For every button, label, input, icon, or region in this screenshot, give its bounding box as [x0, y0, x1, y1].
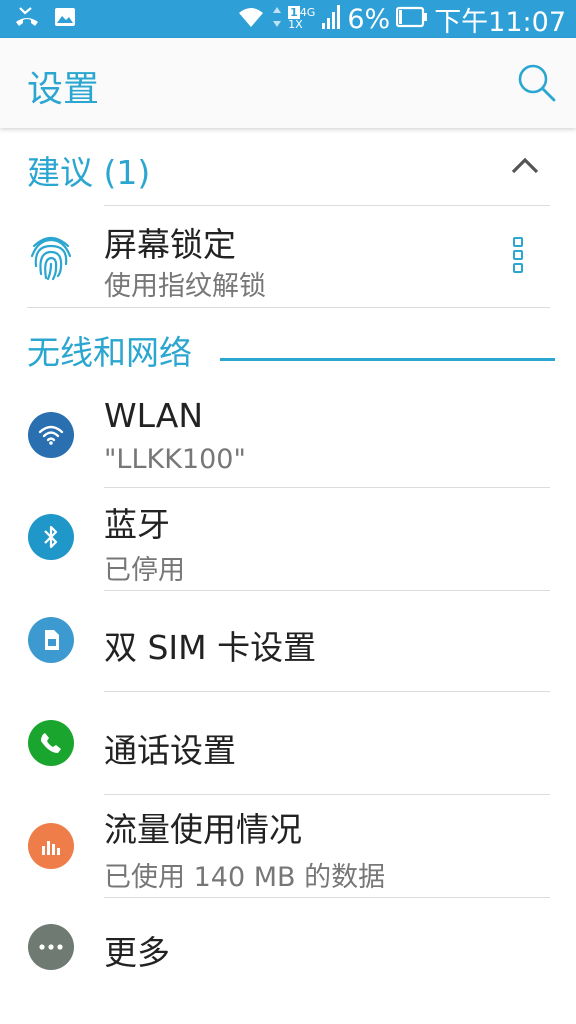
settings-item-dual-sim[interactable]: 双 SIM 卡设置 [0, 591, 576, 691]
app-bar: 设置 [0, 38, 576, 128]
network-type-label: 1 4G 1X [288, 6, 316, 31]
divider [27, 307, 550, 308]
row-title: 蓝牙 [104, 505, 170, 544]
row-title: 屏幕锁定 [104, 225, 236, 264]
page-title: 设置 [27, 69, 100, 110]
settings-item-wlan[interactable]: WLAN "LLKK100" [0, 384, 576, 487]
signal-icon [321, 3, 341, 35]
wifi-icon [236, 5, 266, 33]
row-title: 双 SIM 卡设置 [104, 628, 317, 667]
settings-item-bluetooth[interactable]: 蓝牙 已停用 [0, 488, 576, 590]
settings-item-more[interactable]: 更多 [0, 898, 576, 998]
search-button[interactable] [516, 62, 558, 104]
missed-call-icon [14, 5, 40, 33]
wifi-icon [28, 412, 74, 458]
row-subtitle: "LLKK100" [104, 444, 246, 475]
row-title: 通话设置 [104, 731, 236, 770]
suggestions-header: 建议 (1) [27, 153, 151, 192]
bluetooth-icon [28, 514, 74, 560]
phone-icon [28, 720, 74, 766]
chevron-up-icon [511, 157, 539, 174]
row-subtitle: 使用指纹解锁 [104, 271, 266, 302]
battery-percent: 6% [347, 3, 391, 35]
row-title: 更多 [104, 933, 170, 972]
status-bar: 1 4G 1X 6% 下午11:07 [0, 0, 576, 38]
battery-icon [396, 6, 428, 32]
row-title: WLAN [104, 396, 204, 435]
data-arrows-icon [272, 5, 282, 33]
row-title: 流量使用情况 [104, 810, 302, 849]
row-subtitle: 已停用 [104, 555, 185, 586]
section-accent-line [220, 358, 555, 361]
image-icon [54, 7, 76, 31]
settings-item-call-settings[interactable]: 通话设置 [0, 692, 576, 794]
clock: 下午11:07 [434, 6, 566, 38]
wireless-header: 无线和网络 [27, 333, 192, 372]
more-icon [28, 924, 74, 970]
sim-card-icon [28, 617, 74, 663]
row-subtitle: 已使用 140 MB 的数据 [104, 862, 386, 893]
suggestion-screen-lock[interactable]: 屏幕锁定 使用指纹解锁 [0, 206, 576, 308]
data-usage-icon [28, 823, 74, 869]
settings-item-data-usage[interactable]: 流量使用情况 已使用 140 MB 的数据 [0, 795, 576, 897]
fingerprint-icon [28, 232, 74, 282]
search-icon [518, 64, 556, 102]
suggestion-menu-button[interactable] [502, 230, 534, 280]
collapse-suggestions-button[interactable] [500, 140, 550, 190]
more-vert-icon [513, 237, 523, 273]
